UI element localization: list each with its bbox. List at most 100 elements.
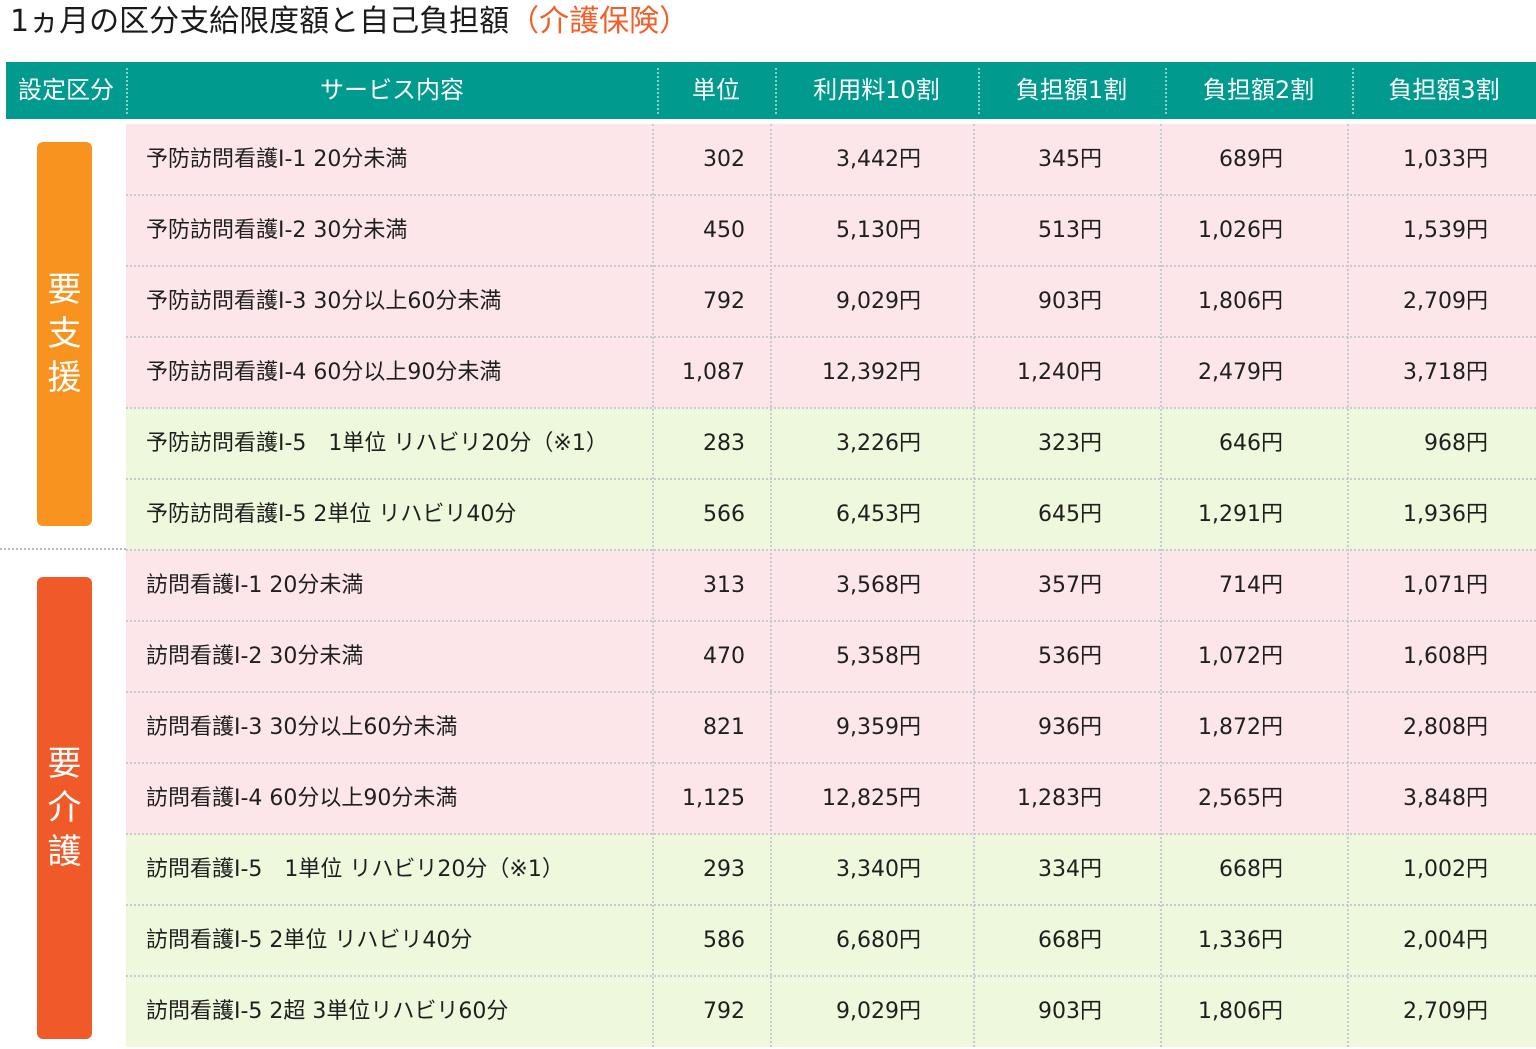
cell-burden2: 1,336円 bbox=[1198, 928, 1283, 953]
cell-unit: 450 bbox=[703, 218, 745, 243]
cell-service: 予防訪問看護Ⅰ-1 20分未満 bbox=[146, 147, 408, 172]
cell-burden2: 714円 bbox=[1219, 573, 1283, 598]
cell-burden1: 536円 bbox=[1038, 644, 1102, 669]
cell-unit: 586 bbox=[703, 928, 745, 953]
cell-fee10: 6,453円 bbox=[836, 502, 921, 527]
table-row: 訪問看護Ⅰ-1 20分未満 313 3,568円 357円 714円 1,071円 bbox=[126, 550, 1536, 621]
cell-burden1: 903円 bbox=[1038, 289, 1102, 314]
cell-burden1: 936円 bbox=[1038, 715, 1102, 740]
cell-service: 訪問看護Ⅰ-5 2超 3単位リハビリ60分 bbox=[146, 999, 509, 1024]
cell-service: 予防訪問看護Ⅰ-5 1単位 リハビリ20分（※1） bbox=[146, 431, 608, 456]
row-divider bbox=[126, 336, 1536, 338]
cell-burden3: 3,848円 bbox=[1403, 786, 1488, 811]
column-divider bbox=[1160, 124, 1162, 1047]
badge-char: 護 bbox=[47, 832, 82, 872]
cell-service: 予防訪問看護Ⅰ-2 30分未満 bbox=[146, 218, 408, 243]
table-row: 訪問看護Ⅰ-5 2単位 リハビリ40分 586 6,680円 668円 1,336円 2,… bbox=[126, 905, 1536, 976]
cell-burden1: 668円 bbox=[1038, 928, 1102, 953]
header-burden1: 負担額1割 bbox=[1015, 76, 1128, 104]
header-unit: 単位 bbox=[692, 76, 740, 104]
cell-fee10: 9,029円 bbox=[836, 999, 921, 1024]
cell-fee10: 9,359円 bbox=[836, 715, 921, 740]
cell-fee10: 12,392円 bbox=[822, 360, 921, 385]
table-row: 訪問看護Ⅰ-3 30分以上60分未満 821 9,359円 936円 1,872円 2,8… bbox=[126, 692, 1536, 763]
table-header: 設定区分 サービス内容 単位 利用料10割 負担額1割 負担額2割 負担額3割 bbox=[6, 62, 1536, 119]
cell-fee10: 3,442円 bbox=[836, 147, 921, 172]
cell-burden2: 2,479円 bbox=[1198, 360, 1283, 385]
column-divider bbox=[1347, 124, 1349, 1047]
cell-burden2: 668円 bbox=[1219, 857, 1283, 882]
cell-fee10: 3,226円 bbox=[836, 431, 921, 456]
cell-burden1: 1,240円 bbox=[1017, 360, 1102, 385]
cell-burden2: 1,026円 bbox=[1198, 218, 1283, 243]
cell-burden3: 2,808円 bbox=[1403, 715, 1488, 740]
header-category: 設定区分 bbox=[18, 76, 114, 104]
cell-burden2: 2,565円 bbox=[1198, 786, 1283, 811]
cell-burden2: 1,291円 bbox=[1198, 502, 1283, 527]
cell-unit: 313 bbox=[703, 573, 745, 598]
cell-burden2: 689円 bbox=[1219, 147, 1283, 172]
title-accent: （介護保険） bbox=[509, 4, 690, 39]
badge-char: 要 bbox=[47, 744, 82, 784]
cell-burden1: 903円 bbox=[1038, 999, 1102, 1024]
cell-unit: 821 bbox=[703, 715, 745, 740]
cell-unit: 1,087 bbox=[682, 360, 745, 385]
cell-burden3: 1,608円 bbox=[1403, 644, 1488, 669]
table-row: 予防訪問看護Ⅰ-3 30分以上60分未満 792 9,029円 903円 1,806円 2… bbox=[126, 266, 1536, 337]
page-title: 1ヵ月の区分支給限度額と自己負担額（介護保険） bbox=[10, 2, 689, 42]
row-divider bbox=[126, 975, 1536, 977]
cell-burden3: 2,709円 bbox=[1403, 289, 1488, 314]
cell-unit: 792 bbox=[703, 999, 745, 1024]
title-main: 1ヵ月の区分支給限度額と自己負担額 bbox=[10, 4, 510, 39]
row-divider bbox=[126, 762, 1536, 764]
cell-burden3: 3,718円 bbox=[1403, 360, 1488, 385]
header-burden2: 負担額2割 bbox=[1202, 76, 1315, 104]
cell-service: 訪問看護Ⅰ-3 30分以上60分未満 bbox=[146, 715, 458, 740]
badge-char: 要 bbox=[47, 270, 82, 310]
row-divider bbox=[126, 478, 1536, 480]
cell-service: 予防訪問看護Ⅰ-4 60分以上90分未満 bbox=[146, 360, 502, 385]
cell-service: 訪問看護Ⅰ-1 20分未満 bbox=[146, 573, 364, 598]
group-divider bbox=[0, 548, 126, 550]
cell-fee10: 3,340円 bbox=[836, 857, 921, 882]
cell-burden2: 1,072円 bbox=[1198, 644, 1283, 669]
cell-burden3: 968円 bbox=[1424, 431, 1488, 456]
cell-service: 訪問看護Ⅰ-2 30分未満 bbox=[146, 644, 364, 669]
cell-burden3: 2,004円 bbox=[1403, 928, 1488, 953]
cell-unit: 302 bbox=[703, 147, 745, 172]
cell-fee10: 5,130円 bbox=[836, 218, 921, 243]
group-badge-care: 要 介 護 bbox=[37, 577, 92, 1039]
cell-burden1: 1,283円 bbox=[1017, 786, 1102, 811]
header-service: サービス内容 bbox=[320, 76, 464, 104]
row-divider bbox=[126, 620, 1536, 622]
cell-burden2: 1,872円 bbox=[1198, 715, 1283, 740]
cell-burden2: 1,806円 bbox=[1198, 289, 1283, 314]
badge-char: 介 bbox=[47, 788, 82, 828]
row-divider bbox=[126, 549, 1536, 551]
cell-unit: 1,125 bbox=[682, 786, 745, 811]
cell-service: 訪問看護Ⅰ-5 2単位 リハビリ40分 bbox=[146, 928, 473, 953]
cell-burden1: 645円 bbox=[1038, 502, 1102, 527]
cell-service: 予防訪問看護Ⅰ-3 30分以上60分未満 bbox=[146, 289, 502, 314]
column-divider bbox=[973, 124, 975, 1047]
cell-burden1: 345円 bbox=[1038, 147, 1102, 172]
cell-burden3: 1,936円 bbox=[1403, 502, 1488, 527]
cell-unit: 566 bbox=[703, 502, 745, 527]
cell-fee10: 12,825円 bbox=[822, 786, 921, 811]
cell-service: 訪問看護Ⅰ-5 1単位 リハビリ20分（※1） bbox=[146, 857, 564, 882]
row-divider bbox=[126, 833, 1536, 835]
cell-burden1: 513円 bbox=[1038, 218, 1102, 243]
cell-fee10: 3,568円 bbox=[836, 573, 921, 598]
row-divider bbox=[126, 904, 1536, 906]
cell-unit: 470 bbox=[703, 644, 745, 669]
header-burden3: 負担額3割 bbox=[1388, 76, 1500, 104]
cell-burden3: 1,071円 bbox=[1403, 573, 1488, 598]
badge-char: 支 bbox=[47, 314, 82, 354]
table-row: 訪問看護Ⅰ-2 30分未満 470 5,358円 536円 1,072円 1,608円 bbox=[126, 621, 1536, 692]
cell-unit: 792 bbox=[703, 289, 745, 314]
table-row: 訪問看護Ⅰ-4 60分以上90分未満 1,125 12,825円 1,283円 2,56… bbox=[126, 763, 1536, 834]
row-divider bbox=[126, 194, 1536, 196]
table-row: 予防訪問看護Ⅰ-4 60分以上90分未満 1,087 12,392円 1,240円 2,… bbox=[126, 337, 1536, 408]
table-row: 訪問看護Ⅰ-5 1単位 リハビリ20分（※1） 293 3,340円 334円 668円… bbox=[126, 834, 1536, 905]
column-divider bbox=[770, 124, 772, 1047]
